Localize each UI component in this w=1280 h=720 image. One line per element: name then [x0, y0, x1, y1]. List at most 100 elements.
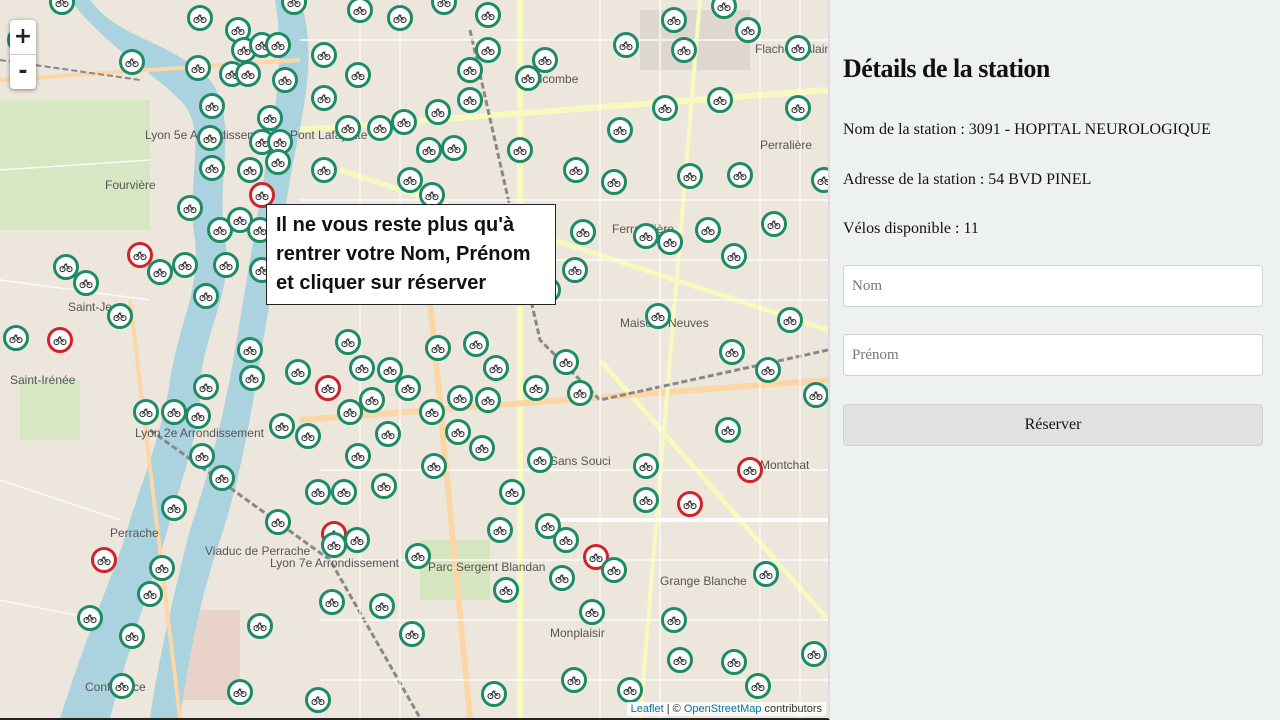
station-marker[interactable] — [753, 561, 779, 587]
station-marker-empty[interactable] — [677, 491, 703, 517]
station-marker[interactable] — [777, 307, 803, 333]
station-marker[interactable] — [425, 335, 451, 361]
station-marker[interactable] — [745, 673, 771, 699]
station-marker[interactable] — [199, 155, 225, 181]
station-marker[interactable] — [601, 557, 627, 583]
station-marker[interactable] — [295, 423, 321, 449]
station-marker[interactable] — [671, 37, 697, 63]
station-marker[interactable] — [507, 137, 533, 163]
station-marker[interactable] — [633, 453, 659, 479]
station-marker[interactable] — [345, 62, 371, 88]
station-marker[interactable] — [311, 42, 337, 68]
station-marker[interactable] — [367, 115, 393, 141]
station-marker[interactable] — [391, 109, 417, 135]
station-marker[interactable] — [185, 403, 211, 429]
station-marker[interactable] — [197, 125, 223, 151]
station-marker[interactable] — [3, 325, 29, 351]
station-marker[interactable] — [441, 135, 467, 161]
station-marker[interactable] — [149, 555, 175, 581]
station-marker[interactable] — [272, 67, 298, 93]
station-marker[interactable] — [475, 37, 501, 63]
prenom-input[interactable] — [843, 334, 1263, 376]
station-marker[interactable] — [311, 157, 337, 183]
station-marker[interactable] — [735, 17, 761, 43]
station-marker-empty[interactable] — [47, 327, 73, 353]
station-marker[interactable] — [345, 443, 371, 469]
station-marker[interactable] — [172, 252, 198, 278]
station-marker[interactable] — [475, 387, 501, 413]
station-marker[interactable] — [269, 413, 295, 439]
station-marker-empty[interactable] — [91, 547, 117, 573]
leaflet-link[interactable]: Leaflet — [631, 703, 664, 715]
station-marker[interactable] — [469, 435, 495, 461]
station-marker[interactable] — [613, 32, 639, 58]
station-marker[interactable] — [447, 385, 473, 411]
station-marker[interactable] — [371, 473, 397, 499]
station-marker[interactable] — [811, 167, 828, 193]
station-marker[interactable] — [177, 195, 203, 221]
station-marker[interactable] — [305, 479, 331, 505]
station-marker[interactable] — [331, 479, 357, 505]
station-marker[interactable] — [227, 679, 253, 705]
station-marker[interactable] — [359, 387, 385, 413]
station-marker[interactable] — [677, 163, 703, 189]
nom-input[interactable] — [843, 265, 1263, 307]
station-marker[interactable] — [803, 382, 828, 408]
station-marker[interactable] — [661, 7, 687, 33]
station-marker[interactable] — [553, 527, 579, 553]
station-marker[interactable] — [199, 93, 225, 119]
station-marker[interactable] — [457, 57, 483, 83]
station-marker[interactable] — [562, 257, 588, 283]
station-marker[interactable] — [399, 621, 425, 647]
station-marker[interactable] — [445, 419, 471, 445]
station-marker[interactable] — [257, 105, 283, 131]
station-marker[interactable] — [570, 219, 596, 245]
station-marker[interactable] — [193, 283, 219, 309]
station-marker[interactable] — [185, 55, 211, 81]
zoom-out-button[interactable]: - — [10, 54, 36, 89]
station-marker[interactable] — [239, 365, 265, 391]
station-marker[interactable] — [487, 517, 513, 543]
station-marker[interactable] — [147, 259, 173, 285]
reserve-button[interactable]: Réserver — [843, 404, 1263, 446]
station-marker[interactable] — [209, 465, 235, 491]
station-marker[interactable] — [285, 359, 311, 385]
station-marker[interactable] — [493, 577, 519, 603]
station-marker[interactable] — [645, 303, 671, 329]
station-marker[interactable] — [311, 85, 337, 111]
station-marker[interactable] — [532, 47, 558, 73]
station-marker[interactable] — [483, 355, 509, 381]
station-marker[interactable] — [561, 667, 587, 693]
station-marker[interactable] — [405, 543, 431, 569]
station-marker[interactable] — [335, 115, 361, 141]
station-marker[interactable] — [193, 374, 219, 400]
station-marker[interactable] — [133, 399, 159, 425]
station-marker[interactable] — [416, 137, 442, 163]
station-marker[interactable] — [237, 337, 263, 363]
station-marker[interactable] — [719, 339, 745, 365]
station-marker[interactable] — [213, 252, 239, 278]
station-marker[interactable] — [189, 443, 215, 469]
station-marker[interactable] — [321, 532, 347, 558]
station-marker[interactable] — [77, 605, 103, 631]
station-marker[interactable] — [463, 331, 489, 357]
station-marker[interactable] — [119, 623, 145, 649]
station-marker[interactable] — [247, 613, 273, 639]
station-marker[interactable] — [237, 157, 263, 183]
station-marker[interactable] — [633, 487, 659, 513]
station-marker[interactable] — [349, 355, 375, 381]
station-marker[interactable] — [527, 447, 553, 473]
station-marker[interactable] — [319, 589, 345, 615]
station-marker[interactable] — [785, 95, 811, 121]
station-marker[interactable] — [475, 2, 501, 28]
station-marker[interactable] — [563, 157, 589, 183]
station-marker[interactable] — [161, 495, 187, 521]
station-marker[interactable] — [695, 217, 721, 243]
station-marker[interactable] — [657, 229, 683, 255]
station-marker[interactable] — [421, 453, 447, 479]
station-marker[interactable] — [499, 479, 525, 505]
station-marker[interactable] — [235, 61, 261, 87]
openstreetmap-link[interactable]: OpenStreetMap — [684, 703, 762, 715]
station-marker[interactable] — [721, 243, 747, 269]
station-marker[interactable] — [107, 303, 133, 329]
